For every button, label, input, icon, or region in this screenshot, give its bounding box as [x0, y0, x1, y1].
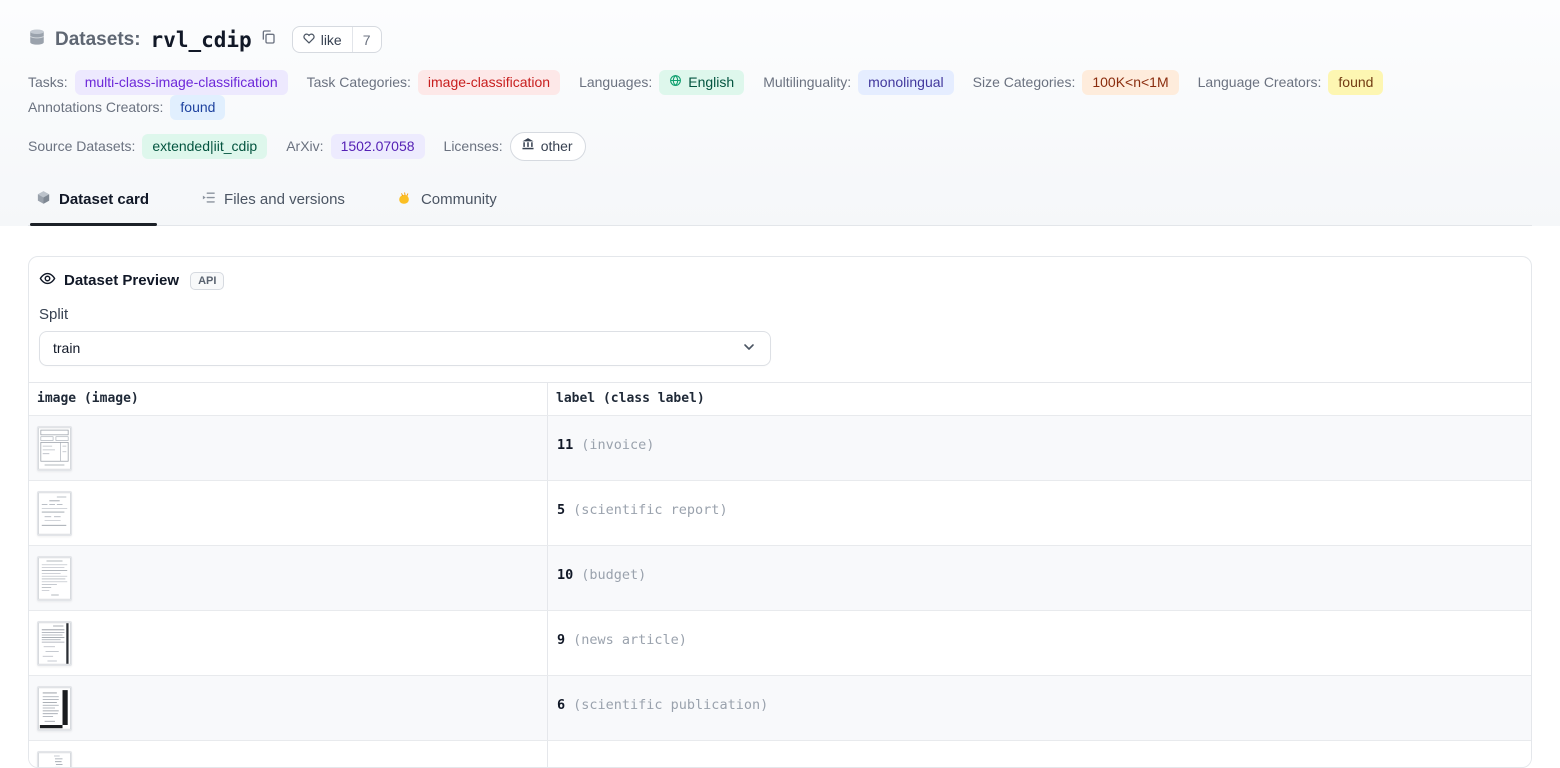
bank-icon	[521, 137, 535, 156]
preview-title: Dataset Preview	[64, 272, 179, 289]
tag-row-1: Tasks: multi-class-image-classification …	[28, 70, 1532, 120]
files-icon	[201, 190, 216, 209]
source-datasets-label: Source Datasets:	[28, 138, 135, 154]
tag-arxiv[interactable]: 1502.07058	[331, 134, 425, 159]
tab-dataset-card[interactable]: Dataset card	[30, 186, 157, 225]
api-badge-button[interactable]: API	[190, 272, 224, 290]
chevron-down-icon	[741, 339, 757, 358]
table-row	[29, 740, 1531, 768]
like-count[interactable]: 7	[352, 27, 381, 52]
tag-license[interactable]: other	[510, 132, 586, 161]
document-thumbnail-scientific-report	[37, 491, 72, 536]
eye-icon	[39, 270, 56, 292]
tag-size-categories[interactable]: 100K<n<1M	[1082, 70, 1178, 95]
cube-icon	[36, 190, 51, 209]
size-categories-label: Size Categories:	[973, 74, 1076, 90]
heart-icon	[302, 31, 316, 48]
label-value: 6	[557, 697, 565, 713]
label-class-name: (scientific publication)	[573, 697, 768, 713]
table-row: 10 (budget)	[29, 545, 1531, 610]
label-value: 9	[557, 632, 565, 648]
like-label: like	[321, 32, 342, 48]
page-header: Datasets: rvl_cdip like 7	[0, 0, 1560, 226]
column-header-label: label (class label)	[548, 383, 1531, 415]
datasets-breadcrumb[interactable]: Datasets:	[28, 28, 141, 51]
document-thumbnail-invoice	[37, 426, 72, 471]
tag-language-text: English	[688, 73, 734, 92]
globe-icon	[669, 73, 682, 92]
tag-language-creators[interactable]: found	[1328, 70, 1383, 95]
title-row: Datasets: rvl_cdip like 7	[28, 26, 1532, 53]
like-button[interactable]: like 7	[292, 26, 382, 53]
dataset-preview-card: Dataset Preview API Split train image (i…	[28, 256, 1532, 768]
tasks-label: Tasks:	[28, 74, 68, 90]
copy-icon	[260, 29, 276, 50]
split-label: Split	[39, 306, 1521, 323]
annotations-creators-label: Annotations Creators:	[28, 99, 163, 115]
languages-label: Languages:	[579, 74, 652, 90]
community-icon	[397, 190, 413, 210]
table-header-row: image (image) label (class label)	[29, 383, 1531, 415]
split-select[interactable]: train	[39, 331, 771, 366]
tag-language[interactable]: English	[659, 70, 744, 95]
preview-table: image (image) label (class label)	[29, 382, 1531, 768]
licenses-label: Licenses:	[444, 138, 503, 154]
tag-tasks[interactable]: multi-class-image-classification	[75, 70, 288, 95]
tab-community[interactable]: Community	[391, 186, 505, 225]
tab-files-label: Files and versions	[224, 191, 345, 208]
tag-row-2: Source Datasets: extended|iit_cdip ArXiv…	[28, 132, 1532, 161]
task-categories-label: Task Categories:	[307, 74, 411, 90]
split-select-value: train	[53, 340, 80, 356]
tag-task-categories[interactable]: image-classification	[418, 70, 560, 95]
label-class-name: (invoice)	[581, 437, 654, 453]
tab-bar: Dataset card Files and versions Communit…	[28, 186, 1532, 226]
label-value: 10	[557, 567, 573, 583]
arxiv-label: ArXiv:	[286, 138, 323, 154]
multilinguality-label: Multilinguality:	[763, 74, 851, 90]
table-row: 5 (scientific report)	[29, 480, 1531, 545]
table-row: 6 (scientific publication)	[29, 675, 1531, 740]
tag-source-datasets[interactable]: extended|iit_cdip	[142, 134, 267, 159]
table-row: 9 (news article)	[29, 610, 1531, 675]
tab-files-and-versions[interactable]: Files and versions	[195, 186, 353, 225]
tab-dataset-card-label: Dataset card	[59, 191, 149, 208]
document-thumbnail-partial	[37, 751, 72, 768]
tab-community-label: Community	[421, 191, 497, 208]
column-header-image: image (image)	[29, 383, 548, 415]
label-value: 11	[557, 437, 573, 453]
dataset-name: rvl_cdip	[151, 28, 252, 52]
document-thumbnail-budget	[37, 556, 72, 601]
label-class-name: (news article)	[573, 632, 687, 648]
tag-multilinguality[interactable]: monolingual	[858, 70, 954, 95]
tag-license-text: other	[541, 137, 573, 156]
document-thumbnail-scientific-publication	[37, 686, 72, 731]
label-class-name: (scientific report)	[573, 502, 727, 518]
database-icon	[28, 28, 46, 51]
page-title: Datasets:	[55, 29, 141, 51]
label-class-name: (budget)	[581, 567, 646, 583]
copy-button[interactable]	[260, 29, 276, 50]
label-value: 5	[557, 502, 565, 518]
table-row: 11 (invoice)	[29, 415, 1531, 480]
document-thumbnail-news-article	[37, 621, 72, 666]
tag-annotations-creators[interactable]: found	[170, 95, 225, 120]
main-content: Dataset Preview API Split train image (i…	[0, 226, 1560, 768]
language-creators-label: Language Creators:	[1198, 74, 1322, 90]
